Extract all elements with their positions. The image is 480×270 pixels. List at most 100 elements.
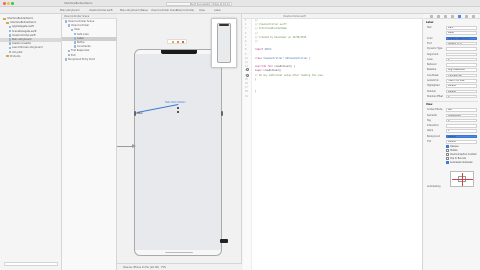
line-number: 15	[245, 77, 248, 81]
inspector-field[interactable]: Default	[446, 134, 477, 139]
autoresizing-control[interactable]	[450, 171, 474, 187]
inspector-field[interactable]	[446, 47, 477, 51]
root-view[interactable]	[135, 54, 221, 250]
code-token: .viewDidLoad()	[261, 69, 282, 73]
view-controller-icon[interactable]	[172, 41, 174, 43]
help-inspector-tab[interactable]	[444, 15, 447, 18]
inspector-field[interactable]	[446, 63, 477, 67]
code-line[interactable]: }	[255, 90, 256, 93]
jump-bar-item[interactable]: View Controller Scene	[151, 8, 177, 13]
label-view[interactable]: Label	[136, 112, 142, 115]
inspector-field[interactable]: 0	[446, 94, 477, 99]
inspector-row-label: Semantic	[427, 113, 438, 117]
inspector-field[interactable]: Fixed Font Size	[446, 79, 477, 83]
drawing-checkbox[interactable]	[446, 161, 449, 164]
outline-item-icon	[65, 20, 67, 23]
attributes-inspector-tab[interactable]	[458, 15, 461, 18]
code-line[interactable]: // InterfaceBuilderDemo	[255, 27, 287, 30]
resize-handle-left[interactable]	[134, 111, 136, 116]
drawing-checkbox[interactable]	[446, 145, 449, 148]
inspector-field[interactable]: Label	[446, 31, 477, 35]
inspector-field[interactable]: Align Baselines	[446, 68, 477, 72]
scene-dock[interactable]	[167, 39, 187, 44]
jump-bar-item[interactable]: View	[199, 8, 205, 13]
inspector-field[interactable]: Default	[446, 84, 477, 88]
close-window-button[interactable]	[3, 2, 6, 5]
connections-inspector-tab[interactable]	[472, 15, 475, 18]
device-configuration[interactable]: View as: iPhone 11 Pro (wC hR)	[123, 266, 159, 269]
scene-overview-popover[interactable]	[211, 18, 237, 68]
jump-bar-item[interactable]: Label	[214, 8, 220, 13]
inspector-field[interactable]: 1	[446, 129, 477, 133]
drawing-checkbox[interactable]	[446, 153, 449, 156]
outline-item[interactable]: Storyboard Entry Point	[62, 58, 117, 62]
zoom-level[interactable]: 75%	[161, 266, 166, 269]
file-inspector-tab[interactable]	[430, 15, 433, 18]
run-scheme[interactable]: InterfaceBuilderDemo	[64, 2, 93, 5]
minimize-window-button[interactable]	[7, 2, 10, 5]
inspector-field[interactable]: Default	[446, 140, 477, 144]
code-token: {	[307, 56, 311, 60]
outline-item-label: Safe Area	[77, 32, 89, 36]
selection-handle[interactable]	[177, 107, 179, 109]
code-line[interactable]: override func viewDidLoad() {	[255, 65, 295, 68]
selection-handle[interactable]	[177, 111, 179, 113]
outlet-connection-circle[interactable]	[246, 68, 249, 71]
code-line[interactable]: //	[255, 40, 258, 43]
outline-item-label: Storyboard Entry Point	[68, 57, 96, 61]
code-line[interactable]: super.viewDidLoad()	[255, 69, 281, 72]
inspector-field[interactable]: Left	[446, 108, 477, 112]
inspector-field[interactable]	[446, 124, 477, 128]
drawing-checkbox-label: Autoresize Subviews	[450, 161, 473, 164]
size-inspector-tab[interactable]	[465, 15, 468, 18]
drawing-checkbox[interactable]	[446, 149, 449, 152]
editor-filename[interactable]: ViewController.swift	[283, 15, 306, 18]
autoresizing-height-strut[interactable]	[462, 173, 463, 186]
history-inspector-tab[interactable]	[437, 15, 440, 18]
iphone-scene[interactable]	[134, 49, 222, 256]
label-section-title: Label	[426, 21, 434, 24]
code-line[interactable]: // ViewController.swift	[255, 23, 287, 26]
line-number: 1	[245, 19, 247, 22]
exit-icon[interactable]	[182, 41, 184, 43]
identity-inspector-tab[interactable]	[451, 15, 454, 18]
jump-bar-item[interactable]: View Controller	[176, 8, 194, 13]
jump-bar-item[interactable]: Main.storyboard (Base)	[120, 8, 148, 13]
jump-bar-item[interactable]: ViewController.swift	[89, 8, 113, 13]
inspector-field[interactable]: System 17.0	[446, 41, 477, 46]
code-line[interactable]: class ViewController: UIViewController {	[255, 57, 310, 60]
inspector-field[interactable]	[446, 52, 477, 56]
inspector-field[interactable]: Default	[446, 89, 477, 94]
inspector-field[interactable]: Unspecified	[446, 113, 477, 117]
outlet-connection-circle[interactable]	[246, 74, 249, 77]
drawing-checkbox[interactable]	[446, 157, 449, 160]
code-line[interactable]: import UIKit	[255, 48, 272, 51]
first-responder-icon[interactable]	[177, 41, 179, 43]
inspector-row-label: Alpha	[427, 129, 434, 133]
code-token: // InterfaceBuilderDemo	[255, 27, 287, 31]
hello-button[interactable]: Hello World Button	[165, 101, 186, 104]
inspector-row-label: Tint	[427, 140, 432, 143]
code-token: UIViewController	[285, 56, 308, 60]
jump-bar-item[interactable]: Main.storyboard	[60, 8, 79, 13]
zoom-window-button[interactable]	[11, 2, 14, 5]
inspector-field[interactable]: Plain	[446, 26, 477, 30]
navigator-item-label: Products	[10, 54, 21, 58]
resize-handle-right[interactable]	[221, 111, 223, 116]
code-line[interactable]: }	[255, 78, 256, 81]
navigator-filter-input[interactable]	[4, 262, 58, 266]
inspector-field[interactable]: 1	[446, 57, 477, 62]
code-token: ViewController	[263, 56, 283, 60]
code-line[interactable]: //	[255, 19, 258, 22]
assistant-editor[interactable]: ViewController.swift 1234567891011121314…	[243, 14, 423, 270]
code-line[interactable]: // Do any additional setup after loading…	[255, 74, 324, 77]
line-number-gutter[interactable]: 12345678910111213141516171819	[243, 19, 252, 270]
code-line[interactable]: //	[255, 32, 258, 35]
code-line[interactable]: // Created by Developer on 10/08/2019.	[255, 36, 308, 39]
inspector-field[interactable]: 0	[446, 118, 477, 123]
inspector-field[interactable]: Truncate Tail	[446, 73, 477, 78]
inspector-row-label: Lines	[427, 57, 433, 61]
navigator-item[interactable]: Products	[0, 55, 62, 59]
inspector-field[interactable]: Default (Label Color)	[446, 36, 477, 41]
line-number: 18	[245, 90, 248, 94]
